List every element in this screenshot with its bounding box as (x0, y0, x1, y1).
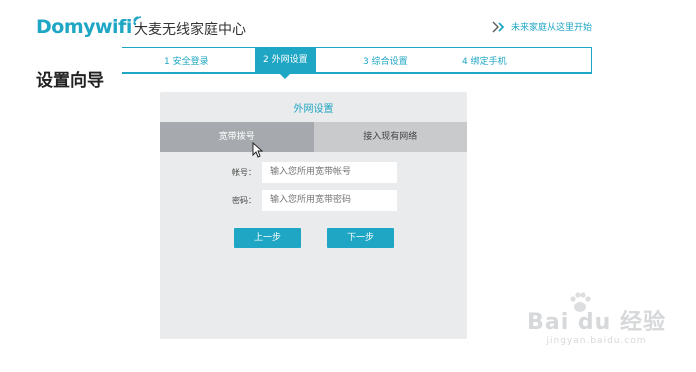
account-row: 帐号： (160, 162, 467, 184)
step-general-settings: 3 综合设置 (363, 57, 408, 67)
watermark-main: Bai du 经验 (527, 310, 666, 335)
steps-underline (122, 72, 592, 74)
wizard-steps: 1 安全登录 2 外网设置 3 综合设置 4 绑定手机 (122, 47, 592, 79)
setup-wizard-page: Domywifi 大麦无线家庭中心 未来家庭从这里开始 1 安全登录 2 外网设… (0, 0, 696, 372)
start-link[interactable]: 未来家庭从这里开始 (491, 20, 592, 33)
brand-name: 大麦无线家庭中心 (134, 22, 246, 38)
password-label: 密码： (232, 196, 256, 205)
account-label: 帐号： (232, 168, 256, 177)
page-title: 设置向导 (36, 71, 104, 91)
watermark-sub: jingyan.baidu.com (546, 336, 647, 346)
logo-text: Domywifi (36, 16, 132, 38)
next-button[interactable]: 下一步 (327, 228, 394, 248)
baidu-jingyan-watermark: Bai du 经验 jingyan.baidu.com (527, 292, 666, 346)
account-input[interactable] (262, 162, 397, 183)
step-wan-settings: 2 外网设置 (255, 48, 316, 79)
step-secure-login: 1 安全登录 (164, 57, 209, 67)
connection-type-tabs: 宽带拨号 接入现有网络 (160, 122, 467, 152)
tab-pppoe-dialup[interactable]: 宽带拨号 (160, 122, 314, 152)
step-wan-settings-label: 2 外网设置 (263, 55, 308, 65)
wan-settings-card: 外网设置 宽带拨号 接入现有网络 帐号： 密码： 上一步 下一步 (160, 92, 467, 339)
card-title: 外网设置 (293, 104, 334, 115)
paw-icon (570, 292, 591, 312)
password-input[interactable] (262, 190, 397, 211)
domywifi-logo: Domywifi (36, 16, 143, 38)
prev-button[interactable]: 上一步 (234, 228, 301, 248)
step-bind-phone: 4 绑定手机 (462, 57, 507, 67)
double-chevron-right-icon (492, 21, 505, 32)
tab-existing-network[interactable]: 接入现有网络 (313, 122, 467, 152)
start-link-text: 未来家庭从这里开始 (510, 23, 592, 33)
mouse-cursor-icon (252, 142, 263, 158)
password-row: 密码： (160, 190, 467, 212)
